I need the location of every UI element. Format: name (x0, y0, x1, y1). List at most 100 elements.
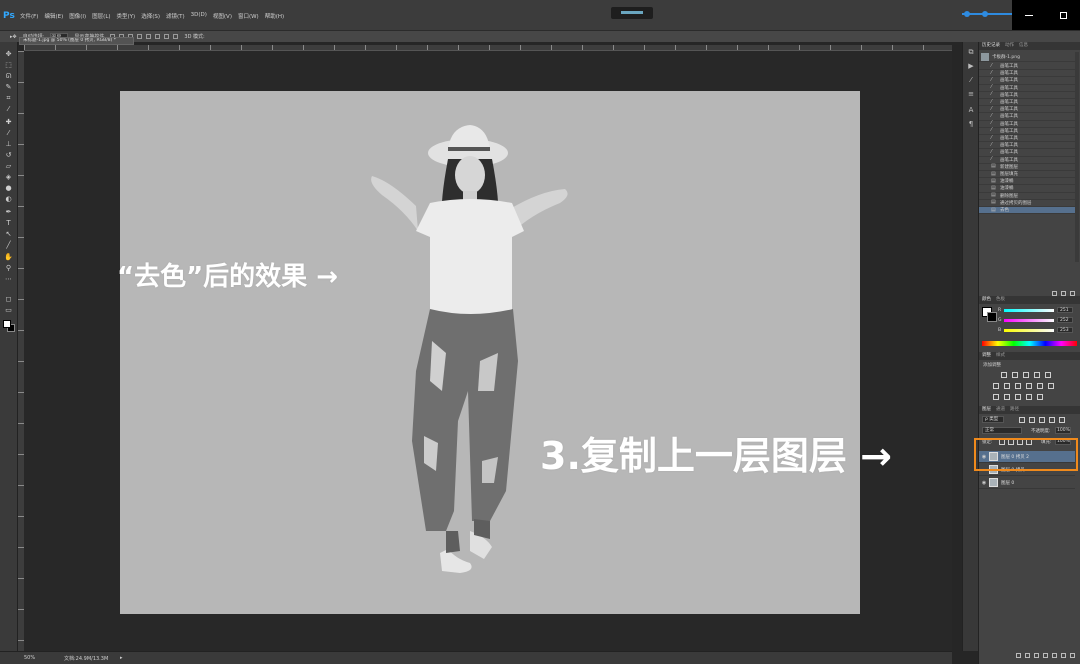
move-tool-icon[interactable]: ✥ (4, 50, 13, 58)
history-state-item[interactable]: ⁄ 画笔工具 (979, 142, 1075, 150)
marquee-tool-icon[interactable]: ⬚ (4, 61, 13, 69)
healing-tool-icon[interactable]: ✚ (4, 118, 13, 126)
history-state-item[interactable]: ⁄ 画笔工具 (979, 135, 1075, 143)
quick-mask-icon[interactable]: ◻ (4, 295, 13, 303)
brush-presets-icon[interactable]: ≡ (967, 90, 975, 98)
delete-layer-icon[interactable] (1070, 652, 1075, 658)
paragraph-panel-icon[interactable]: ¶ (967, 120, 975, 128)
screen-mode-icon[interactable]: ▭ (4, 306, 13, 314)
channel-r-value[interactable]: 251 (1057, 307, 1073, 313)
tab-color[interactable]: 颜色 (982, 296, 991, 304)
posterize-icon[interactable] (1004, 394, 1010, 400)
status-menu-arrow-icon[interactable]: ▸ (120, 655, 123, 661)
move-tool-icon[interactable]: ▸✥ (10, 34, 17, 40)
history-state-item[interactable]: ⁄ 画笔工具 (979, 149, 1075, 157)
history-state-item[interactable]: ⁄ 画笔工具 (979, 63, 1075, 71)
blur-tool-icon[interactable]: ● (4, 184, 13, 192)
color-balance-icon[interactable] (1004, 383, 1010, 389)
foreground-color-swatch[interactable] (3, 320, 11, 328)
channel-g-value[interactable]: 252 (1057, 317, 1073, 323)
blend-mode-dropdown[interactable]: 正常 (982, 427, 1022, 434)
zoom-tool-icon[interactable]: ⚲ (4, 264, 13, 272)
channel-b-value[interactable]: 253 (1057, 327, 1073, 333)
opacity-field[interactable]: 100% (1055, 427, 1071, 434)
history-scrollbar[interactable] (1075, 52, 1079, 262)
history-brush-tool-icon[interactable]: ↺ (4, 151, 13, 159)
history-state-item[interactable]: ⁄ 画笔工具 (979, 70, 1075, 78)
tab-styles[interactable]: 样式 (996, 352, 1005, 360)
menu-edit[interactable]: 编辑(E) (44, 12, 63, 20)
slider-knob-left[interactable] (964, 11, 970, 17)
history-state-item[interactable]: ⁄ 画笔工具 (979, 77, 1075, 85)
tab-channels[interactable]: 通道 (996, 406, 1005, 414)
align-center-icon[interactable] (146, 34, 152, 39)
dodge-tool-icon[interactable]: ◐ (4, 195, 13, 203)
menu-select[interactable]: 选择(S) (141, 12, 160, 20)
history-state-item[interactable]: ▤ 去色 (979, 207, 1075, 215)
tab-swatches[interactable]: 色板 (996, 296, 1005, 304)
filter-smart-icon[interactable] (1059, 417, 1065, 423)
slider-knob-right[interactable] (982, 11, 988, 17)
eyedropper-tool-icon[interactable]: ⁄ (4, 105, 13, 113)
history-state-item[interactable]: ⁄ 画笔工具 (979, 128, 1075, 135)
hue-saturation-icon[interactable] (993, 383, 999, 389)
document-tab[interactable]: 未标题-1.jpg @ 50% (图层 0 拷贝, RGB/8) * (19, 37, 134, 45)
history-panel-icon[interactable]: ⧉ (967, 48, 975, 56)
layer-row-0[interactable]: ◉ 图层 0 (979, 477, 1075, 489)
new-document-from-state-icon[interactable] (1052, 290, 1057, 296)
black-white-icon[interactable] (1015, 383, 1021, 389)
filter-pixel-icon[interactable] (1019, 417, 1025, 423)
align-right-icon[interactable] (155, 34, 161, 39)
tab-actions[interactable]: 动作 (1005, 42, 1014, 50)
new-layer-icon[interactable] (1061, 652, 1066, 658)
layer-style-icon[interactable] (1025, 652, 1030, 658)
filter-type-icon[interactable] (1039, 417, 1045, 423)
layer-filter-dropdown[interactable]: ρ 类型 (982, 416, 1004, 423)
edit-toolbar-icon[interactable]: ⋯ (4, 275, 13, 283)
gradient-map-icon[interactable] (1026, 394, 1032, 400)
tab-adjustments[interactable]: 调整 (982, 352, 991, 360)
levels-icon[interactable] (1012, 372, 1018, 378)
history-state-item[interactable]: ⁄ 画笔工具 (979, 121, 1075, 128)
zoom-level[interactable]: 50% (24, 655, 35, 661)
new-snapshot-icon[interactable] (1061, 290, 1066, 296)
history-state-item[interactable]: ⁄ 画笔工具 (979, 92, 1075, 99)
selective-color-icon[interactable] (1037, 394, 1043, 400)
menu-file[interactable]: 文件(F) (20, 12, 38, 20)
threshold-icon[interactable] (1015, 394, 1021, 400)
invert-icon[interactable] (993, 394, 999, 400)
crop-tool-icon[interactable]: ⌗ (4, 94, 13, 102)
color-lookup-icon[interactable] (1048, 383, 1054, 389)
history-state-item[interactable]: ⁄ 画笔工具 (979, 113, 1075, 121)
tab-info[interactable]: 信息 (1019, 42, 1028, 50)
menu-image[interactable]: 图像(I) (69, 12, 86, 20)
zoom-slider[interactable] (962, 11, 1012, 17)
eraser-tool-icon[interactable]: ▱ (4, 162, 13, 170)
history-state-item[interactable]: ⁄ 画笔工具 (979, 99, 1075, 107)
history-state-item[interactable]: ⁄ 画笔工具 (979, 85, 1075, 92)
visibility-eye-icon[interactable]: ◉ (979, 480, 989, 486)
brush-panel-icon[interactable]: ⁄ (967, 76, 975, 84)
menu-view[interactable]: 视图(V) (213, 12, 232, 20)
distribute-2-icon[interactable] (173, 34, 179, 39)
pen-tool-icon[interactable]: ✒ (4, 208, 13, 216)
new-adjustment-icon[interactable] (1043, 652, 1048, 658)
curves-icon[interactable] (1023, 372, 1029, 378)
filter-adjustment-icon[interactable] (1029, 417, 1035, 423)
document-canvas[interactable] (120, 91, 860, 614)
color-spectrum[interactable] (982, 341, 1077, 346)
channel-b-slider[interactable] (1004, 329, 1054, 332)
history-snapshot[interactable]: 卡板群-1.png (979, 52, 1075, 62)
minimize-icon[interactable] (1025, 14, 1034, 16)
tab-layers[interactable]: 图层 (982, 406, 991, 414)
history-state-item[interactable]: ⁄ 画笔工具 (979, 106, 1075, 114)
tab-history[interactable]: 历史记录 (982, 42, 1000, 50)
document-switcher[interactable] (611, 7, 653, 19)
channel-g-slider[interactable] (1004, 319, 1054, 322)
path-select-tool-icon[interactable]: ↖ (4, 230, 13, 238)
photo-filter-icon[interactable] (1026, 383, 1032, 389)
channel-mixer-icon[interactable] (1037, 383, 1043, 389)
menu-3d[interactable]: 3D(D) (191, 12, 207, 20)
distribute-icon[interactable] (164, 34, 170, 39)
character-panel-icon[interactable]: A (967, 106, 975, 114)
